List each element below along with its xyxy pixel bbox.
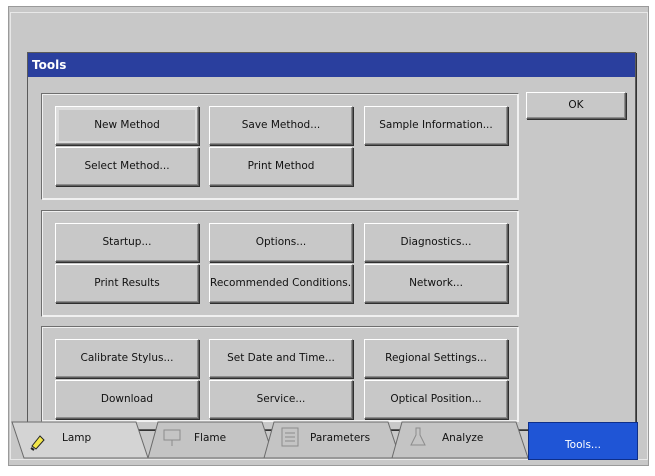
tab-analyze[interactable]: Analyze bbox=[390, 420, 530, 466]
select-method-button[interactable]: Select Method... bbox=[55, 147, 199, 186]
startup-button[interactable]: Startup... bbox=[55, 223, 199, 262]
diagnostics-button[interactable]: Diagnostics... bbox=[364, 223, 508, 262]
optical-position-button[interactable]: Optical Position... bbox=[364, 380, 508, 419]
tab-flame-label: Flame bbox=[194, 432, 227, 444]
dialog-title: Tools bbox=[28, 53, 635, 77]
print-method-button[interactable]: Print Method bbox=[209, 147, 353, 186]
download-button[interactable]: Download bbox=[55, 380, 199, 419]
sample-information-button[interactable]: Sample Information... bbox=[364, 106, 508, 145]
new-method-button[interactable]: New Method bbox=[55, 106, 199, 145]
tab-parameters-label: Parameters bbox=[310, 432, 371, 444]
tab-lamp[interactable]: Lamp bbox=[10, 420, 150, 466]
tab-analyze-label: Analyze bbox=[442, 432, 484, 444]
tab-flame[interactable]: Flame bbox=[146, 420, 276, 466]
tab-lamp-label: Lamp bbox=[62, 432, 92, 444]
tab-tools[interactable]: Tools... bbox=[528, 422, 638, 460]
tab-parameters[interactable]: Parameters bbox=[262, 420, 402, 466]
set-date-time-button[interactable]: Set Date and Time... bbox=[209, 339, 353, 378]
options-button[interactable]: Options... bbox=[209, 223, 353, 262]
service-button[interactable]: Service... bbox=[209, 380, 353, 419]
method-group: New Method Save Method... Sample Informa… bbox=[41, 93, 519, 200]
settings-group: Calibrate Stylus... Set Date and Time...… bbox=[41, 326, 519, 422]
network-button[interactable]: Network... bbox=[364, 264, 508, 303]
calibrate-stylus-button[interactable]: Calibrate Stylus... bbox=[55, 339, 199, 378]
recommended-conditions-button[interactable]: Recommended Conditions... bbox=[209, 264, 353, 303]
system-group: Startup... Options... Diagnostics... Pri… bbox=[41, 210, 519, 317]
tools-dialog: Tools OK New Method Save Method... Sampl… bbox=[27, 52, 636, 430]
ok-button[interactable]: OK bbox=[526, 92, 626, 119]
print-results-button[interactable]: Print Results bbox=[55, 264, 199, 303]
save-method-button[interactable]: Save Method... bbox=[209, 106, 353, 145]
regional-settings-button[interactable]: Regional Settings... bbox=[364, 339, 508, 378]
